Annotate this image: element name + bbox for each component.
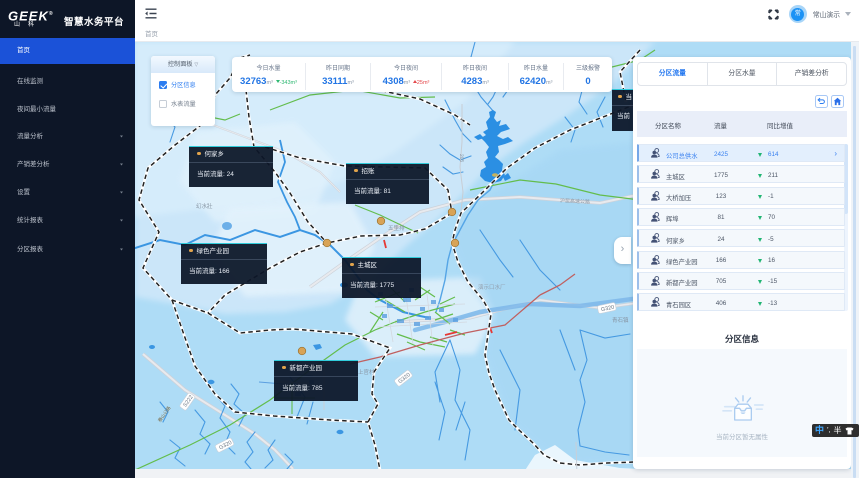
svg-text:205: 205 [458,154,464,163]
svg-text:上官村: 上官村 [358,368,375,376]
svg-text:青石镇: 青石镇 [612,316,629,324]
svg-text:演示口水厂: 演示口水厂 [478,283,506,291]
svg-text:幻水壯: 幻水壯 [196,202,213,210]
svg-text:五里排: 五里排 [388,224,405,232]
